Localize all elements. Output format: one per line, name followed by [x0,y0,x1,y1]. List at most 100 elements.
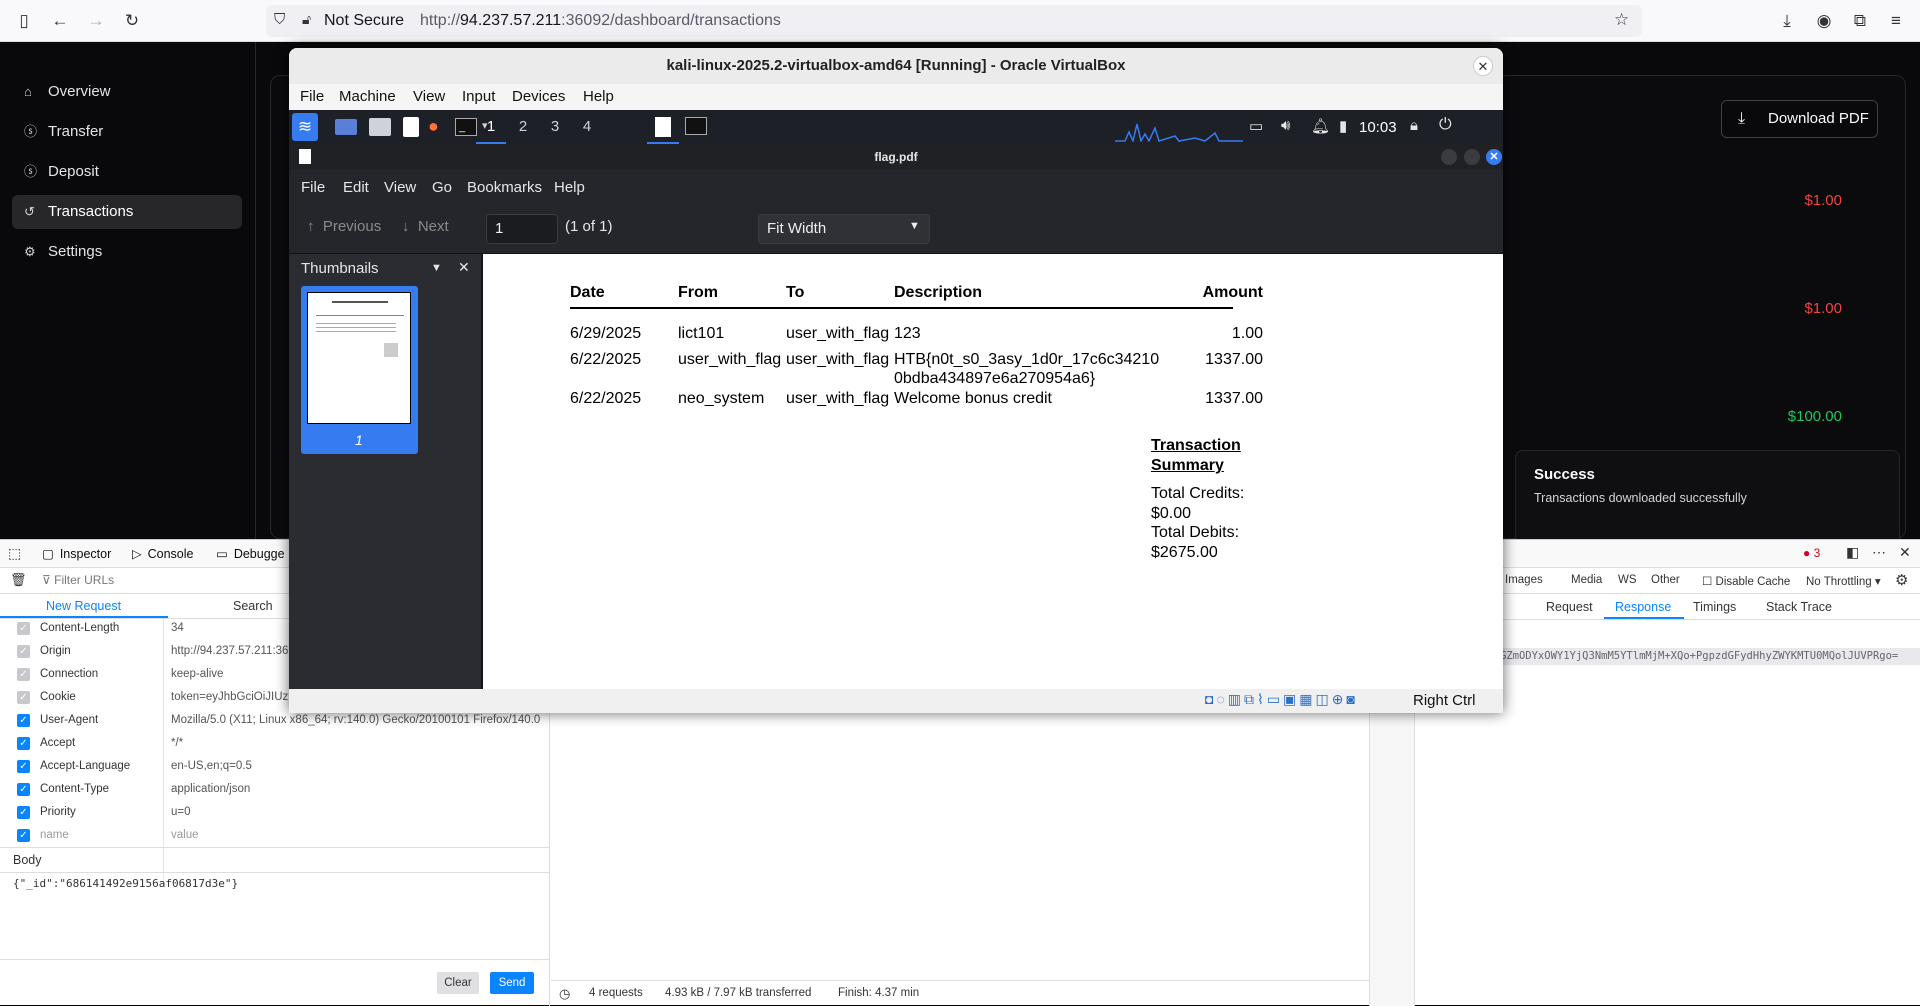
tab-debugger[interactable]: ▭ Debugge [216,546,285,561]
tab-search[interactable]: Search [233,599,273,613]
battery-icon[interactable]: ▮ [1339,117,1347,135]
sidebar-toggle-icon[interactable]: ▯ [12,9,36,33]
menu-help[interactable]: Help [583,88,614,105]
display-icon[interactable]: ▭ [1249,117,1263,135]
vm-device-icons[interactable]: ◘◌▥⧉⌇▭▣▦◫⊕◙ [1205,691,1358,708]
header-checkbox[interactable]: ✓ [17,760,30,773]
filter-media[interactable]: Media [1571,574,1602,586]
account-icon[interactable]: ◉ [1812,9,1836,33]
tab-console[interactable]: ▷ Console [132,546,194,561]
filter-urls-input[interactable]: ⊽ Filter URLs [42,573,114,587]
lock-icon[interactable]: 🔒︎ [1410,117,1418,134]
close-icon[interactable]: ✕ [458,259,470,276]
header-checkbox[interactable]: ✓ [17,691,30,704]
sidebar-item-deposit[interactable]: ⓢ Deposit [12,155,242,189]
menu-devices[interactable]: Devices [512,88,565,105]
menu-file[interactable]: File [300,88,324,105]
chevron-down-icon[interactable]: ▼ [431,262,442,274]
header-checkbox[interactable]: ✓ [17,829,30,842]
desktop-icon[interactable] [335,119,357,135]
power-icon[interactable]: ⏻ [1439,116,1452,134]
menu-file[interactable]: File [301,179,325,196]
filter-other[interactable]: Other [1651,574,1680,586]
text-editor-icon[interactable] [403,117,419,137]
close-icon[interactable]: ✕ [1486,149,1502,165]
url-text[interactable]: http://94.237.57.211:36092/dashboard/tra… [420,12,781,30]
clock[interactable]: 10:03 [1359,119,1397,136]
extensions-icon[interactable]: ⧉ [1848,9,1872,33]
tab-response[interactable]: Response [1615,600,1671,614]
workspace-1[interactable]: 1 [476,110,506,144]
taskbar-evince[interactable] [647,110,679,144]
next-button[interactable]: ↓ Next [402,218,449,235]
header-checkbox[interactable]: ✓ [17,806,30,819]
volume-icon[interactable]: 🔊︎ [1281,117,1290,134]
menu-view[interactable]: View [413,88,445,105]
workspace-4[interactable]: 4 [572,110,602,144]
element-picker-icon[interactable]: ⬚ [8,545,21,562]
settings-gear-icon[interactable]: ⚙ [1895,571,1908,589]
firefox-icon[interactable]: ● [428,116,439,137]
tab-request[interactable]: Request [1546,600,1593,614]
send-button[interactable]: Send [490,972,534,994]
security-label[interactable]: Not Secure [324,12,404,30]
menu-view[interactable]: View [384,179,416,196]
sidebar-item-transfer[interactable]: ⓢ Transfer [12,115,242,149]
workspace-2[interactable]: 2 [508,110,538,144]
thumbnails-label[interactable]: Thumbnails [301,260,379,277]
error-count-badge[interactable]: ● 3 [1803,546,1820,560]
trash-icon[interactable]: 🗑︎ [10,572,27,588]
files-icon[interactable] [369,118,391,136]
sidebar-item-overview[interactable]: ⌂ Overview [12,75,242,109]
header-checkbox[interactable]: ✓ [17,783,30,796]
request-body-editor[interactable]: {"_id":"686141492e9156af06817d3e"} [13,877,238,890]
throttling-select[interactable]: No Throttling ▾ [1806,574,1881,588]
bookmark-star-icon[interactable]: ☆ [1614,10,1629,30]
filter-images[interactable]: Images [1505,574,1543,586]
more-icon[interactable]: ⋯ [1872,544,1886,561]
header-checkbox[interactable]: ✓ [17,714,30,727]
reload-icon[interactable]: ↻ [120,9,144,33]
header-checkbox[interactable]: ✓ [17,737,30,750]
page-number-input[interactable]: 1 [486,214,558,244]
sidebar-item-transactions[interactable]: ↺ Transactions [12,195,242,229]
menu-go[interactable]: Go [432,179,452,196]
close-icon[interactable]: ✕ [1899,544,1911,561]
unlock-icon[interactable]: 🔓︎ [302,11,311,28]
taskbar-terminal-icon[interactable] [685,117,707,135]
menu-help[interactable]: Help [554,179,585,196]
back-icon[interactable]: ← [48,9,72,33]
minimize-icon[interactable] [1441,149,1457,165]
header-checkbox[interactable]: ✓ [17,622,30,635]
tab-inspector[interactable]: ▢ Inspector [42,546,111,561]
dock-icon[interactable]: ◧ [1846,544,1859,561]
workspace-3[interactable]: 3 [540,110,570,144]
menu-icon[interactable]: ≡ [1884,9,1908,33]
sidebar-item-settings[interactable]: ⚙ Settings [12,235,242,269]
shield-icon[interactable]: ⛉ [274,11,285,28]
zoom-select[interactable]: Fit Width ▼ [758,214,930,244]
download-pdf-button[interactable]: ⤓ Download PDF [1721,100,1878,138]
tab-new-request[interactable]: New Request [0,594,168,618]
menu-machine[interactable]: Machine [339,88,396,105]
tab-timings[interactable]: Timings [1693,600,1736,614]
bell-icon[interactable]: 🔔︎ [1311,117,1330,135]
previous-button[interactable]: ↑ Previous [307,218,381,235]
clear-button[interactable]: Clear [437,972,479,994]
url-bar[interactable]: ⛉ 🔓︎ Not Secure http://94.237.57.211:360… [266,5,1642,37]
menu-input[interactable]: Input [462,88,495,105]
forward-icon[interactable]: → [84,9,108,33]
maximize-icon[interactable] [1464,149,1480,165]
terminal-icon[interactable]: _ [455,118,477,136]
response-text[interactable]: GZmODYxOWY1YjQ3NmM5YTlmMjM+XQo+PgpzdGFyd… [1500,648,1920,665]
tab-stack-trace[interactable]: Stack Trace [1766,600,1832,614]
close-icon[interactable]: ✕ [1473,56,1493,76]
kali-menu-icon[interactable]: ≋ [292,113,318,141]
filter-ws[interactable]: WS [1618,574,1637,586]
menu-edit[interactable]: Edit [343,179,369,196]
menu-bookmarks[interactable]: Bookmarks [467,179,542,196]
header-checkbox[interactable]: ✓ [17,645,30,658]
header-checkbox[interactable]: ✓ [17,668,30,681]
downloads-icon[interactable]: ⤓ [1775,9,1799,33]
disable-cache-checkbox[interactable]: ☐ Disable Cache [1702,574,1790,588]
